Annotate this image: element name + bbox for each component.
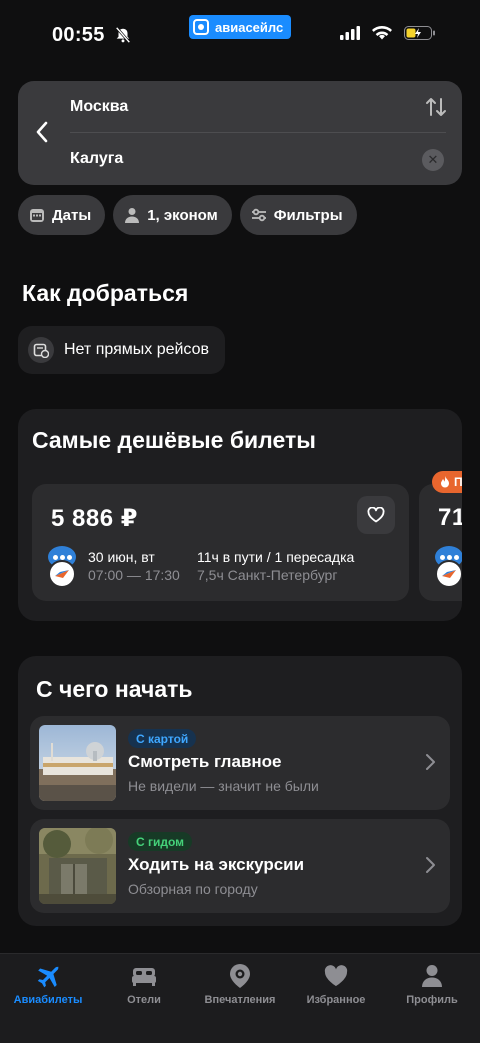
where-to-start-card: С чего начать С картой Смотреть главное … xyxy=(18,656,462,926)
excursions-title: Ходить на экскурсии xyxy=(128,855,305,874)
airline-logos-icon xyxy=(48,546,76,588)
chevron-left-icon xyxy=(36,121,48,143)
tab-flights-label: Авиабилеты xyxy=(13,994,83,1006)
list-item-excursions[interactable]: С гидом Ходить на экскурсии Обзорная по … xyxy=(30,819,450,913)
dates-chip-label: Даты xyxy=(52,206,92,224)
tab-favorites-label: Избранное xyxy=(306,994,366,1006)
profile-icon xyxy=(422,965,442,987)
next-ticket-card[interactable]: 71 xyxy=(419,484,462,601)
tab-flights[interactable]: Авиабилеты xyxy=(0,962,96,1006)
brand-label: авиасейлс xyxy=(215,19,284,35)
flight-time: 07:00 — 17:30 xyxy=(88,567,180,583)
fire-icon xyxy=(441,476,449,488)
ticket-price: 5 886 ₽ xyxy=(51,505,138,532)
filters-icon xyxy=(251,208,266,222)
sights-thumbnail xyxy=(39,725,116,801)
heart-icon xyxy=(324,965,348,986)
destination-field[interactable]: Калуга xyxy=(70,133,446,185)
flight-date: 30 июн, вт xyxy=(88,549,155,565)
clear-destination-button[interactable]: ✕ xyxy=(422,149,444,171)
chevron-right-icon xyxy=(426,754,435,770)
where-to-start-heading: С чего начать xyxy=(36,676,193,702)
bottom-tab-bar: Авиабилеты Отели Впечатления Избранное П… xyxy=(0,953,480,1043)
person-icon xyxy=(125,208,140,223)
status-time: 00:55 xyxy=(52,24,105,46)
origin-field[interactable]: Москва xyxy=(70,81,446,133)
filters-chip[interactable]: Фильтры xyxy=(239,195,357,235)
swap-arrows-icon[interactable] xyxy=(424,95,448,119)
tab-experiences-label: Впечатления xyxy=(204,994,276,1006)
cheapest-tickets-card: Самые дешёвые билеты 5 886 ₽ 30 июн, вт … xyxy=(18,409,462,621)
with-map-tag: С картой xyxy=(128,729,197,748)
passengers-chip[interactable]: 1, эконом xyxy=(113,195,232,235)
heart-outline-icon xyxy=(367,507,385,523)
calendar-icon xyxy=(30,209,44,222)
tab-hotels[interactable]: Отели xyxy=(96,962,192,1006)
brand-badge: авиасейлс xyxy=(189,15,292,39)
wifi-icon xyxy=(372,26,392,40)
flight-info-col: 11ч в пути / 1 пересадка 7,5ч Санкт-Пете… xyxy=(197,548,354,584)
flight-duration: 11ч в пути / 1 пересадка xyxy=(197,549,355,565)
flight-transfer: 7,5ч Санкт-Петербург xyxy=(197,567,338,583)
ticket-card[interactable]: 5 886 ₽ 30 июн, вт 07:00 — 17:30 11ч в п… xyxy=(32,484,409,601)
sights-subtitle: Не видели — значит не были xyxy=(128,778,319,794)
no-direct-flights-label: Нет прямых рейсов xyxy=(64,341,209,358)
close-icon: ✕ xyxy=(427,152,439,167)
tab-profile-label: Профиль xyxy=(406,994,458,1006)
excursions-thumbnail xyxy=(39,828,116,904)
back-button[interactable] xyxy=(30,117,54,147)
dates-chip[interactable]: Даты xyxy=(18,195,106,235)
no-direct-flights-chip[interactable]: Нет прямых рейсов xyxy=(18,326,225,374)
battery-charging-icon xyxy=(404,26,435,40)
bell-muted-icon xyxy=(115,26,131,44)
cheapest-tickets-heading: Самые дешёвые билеты xyxy=(32,427,316,453)
hot-badge-label: П xyxy=(454,475,462,489)
tab-hotels-label: Отели xyxy=(127,994,161,1006)
next-airline-logos-icon xyxy=(435,546,462,588)
passengers-chip-label: 1, эконом xyxy=(147,206,218,224)
flight-date-col: 30 июн, вт 07:00 — 17:30 xyxy=(88,548,180,584)
search-chips: Даты 1, эконом Фильтры xyxy=(18,195,357,235)
filters-chip-label: Фильтры xyxy=(273,206,343,224)
tab-profile[interactable]: Профиль xyxy=(384,962,480,1006)
origin-city: Москва xyxy=(70,97,129,115)
location-pin-icon xyxy=(230,964,250,988)
status-icons xyxy=(340,26,436,40)
calendar-x-icon xyxy=(28,337,54,363)
bed-icon xyxy=(132,968,156,986)
next-ticket-price: 71 xyxy=(438,504,462,531)
signal-icon xyxy=(340,26,360,40)
plane-icon xyxy=(37,966,59,988)
sights-title: Смотреть главное xyxy=(128,752,282,771)
add-to-favorites-button[interactable] xyxy=(357,496,395,534)
brand-logo-icon xyxy=(193,19,209,35)
how-to-get-heading: Как добраться xyxy=(22,280,189,306)
list-item-sights[interactable]: С картой Смотреть главное Не видели — зн… xyxy=(30,716,450,810)
destination-city: Калуга xyxy=(70,150,124,167)
tab-experiences[interactable]: Впечатления xyxy=(192,962,288,1006)
with-guide-tag: С гидом xyxy=(128,832,193,851)
route-search-card: Москва Калуга ✕ xyxy=(18,81,462,185)
excursions-subtitle: Обзорная по городу xyxy=(128,881,258,897)
hot-badge: П xyxy=(432,471,462,493)
tab-favorites[interactable]: Избранное xyxy=(288,962,384,1006)
chevron-right-icon xyxy=(426,857,435,873)
status-bar: 00:55 авиасейлс xyxy=(0,0,480,70)
